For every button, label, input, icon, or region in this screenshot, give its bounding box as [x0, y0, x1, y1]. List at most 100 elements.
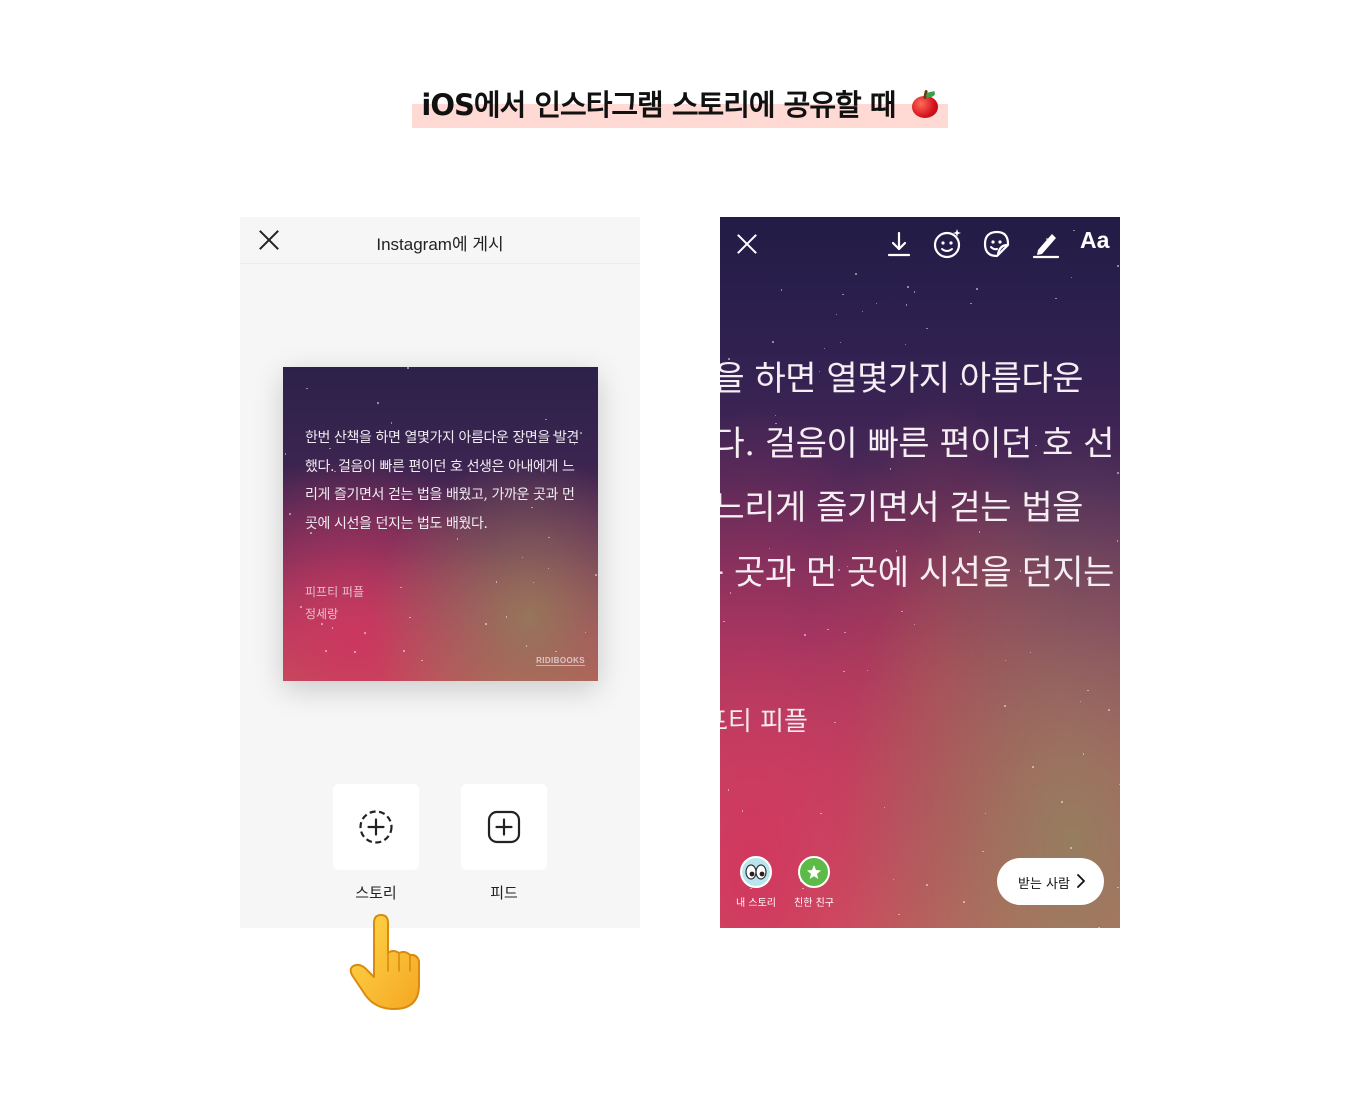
card-quote: 한번 산책을 하면 열몇가지 아름다운 장면을 발견했다. 걸음이 빠른 편이던…: [305, 424, 585, 538]
star-dot: [723, 621, 725, 623]
star-dot: [876, 303, 878, 305]
heading-text: iOS에서 인스타그램 스토리에 공유할 때: [421, 88, 895, 122]
close-friends-avatar[interactable]: [798, 856, 830, 888]
star-dot: [1005, 660, 1007, 662]
star-dot: [1055, 298, 1057, 300]
quote-line: 고, 가까운 곳과 먼 곳에 시선을 던지는: [720, 541, 1120, 606]
star-dot: [820, 813, 822, 815]
star-dot: [354, 651, 356, 653]
download-icon[interactable]: [883, 228, 915, 260]
share-title: Instagram에 게시: [240, 230, 640, 255]
star-dot: [595, 574, 597, 576]
star-dot: [842, 294, 844, 296]
star-dot: [325, 650, 327, 652]
story-label[interactable]: 스토리: [333, 882, 419, 903]
star-dot: [585, 632, 587, 634]
story-quote-text: 한번 산책을 하면 열몇가지 아름다운 을 발견했다. 걸음이 빠른 편이던 호…: [720, 347, 1120, 605]
ridibooks-logo: RIDIBOOKS: [536, 656, 585, 666]
draw-icon[interactable]: [1030, 228, 1062, 260]
star-dot: [1087, 690, 1089, 692]
star-dot: [555, 651, 557, 653]
feed-add-icon: [486, 809, 522, 845]
page-heading: iOS에서 인스타그램 스토리에 공유할 때: [412, 82, 948, 124]
star-dot: [840, 342, 842, 344]
star-dot: [844, 632, 846, 634]
eyes-icon: [742, 858, 770, 886]
instagram-share-screen: Instagram에 게시 한번 산책을 하면 열몇가지 아름다운 장면을 발견…: [240, 217, 640, 928]
quote-line: 한번 산책을 하면 열몇가지 아름다운: [720, 347, 1120, 412]
close-friends-label: 친한 친구: [784, 894, 844, 909]
star-dot: [827, 629, 829, 631]
star-dot: [884, 807, 886, 809]
apple-icon: [911, 90, 939, 118]
star-dot: [907, 286, 909, 288]
star-dot: [400, 587, 402, 589]
my-story-avatar[interactable]: [740, 856, 772, 888]
star-icon: [800, 858, 828, 886]
pointing-hand-icon: [346, 913, 426, 1013]
star-dot: [926, 884, 928, 886]
star-dot: [545, 419, 547, 421]
story-share-button[interactable]: [333, 784, 419, 870]
heading-block: iOS에서 인스타그램 스토리에 공유할 때: [412, 78, 948, 128]
star-dot: [332, 627, 334, 629]
share-header: Instagram에 게시: [240, 217, 640, 264]
story-add-icon: [358, 809, 394, 845]
star-dot: [1098, 927, 1100, 928]
star-dot: [926, 328, 928, 330]
close-icon[interactable]: [737, 234, 757, 254]
star-dot: [728, 789, 730, 791]
star-dot: [1108, 709, 1110, 711]
star-dot: [285, 453, 287, 455]
star-dot: [982, 851, 984, 853]
quote-line: 아내에게 느리게 즐기면서 걷는 법을: [720, 476, 1120, 541]
star-dot: [834, 722, 836, 724]
story-toolbar: Aa: [720, 217, 1120, 273]
star-dot: [421, 660, 423, 662]
star-dot: [496, 581, 498, 583]
sticker-icon[interactable]: [981, 228, 1013, 260]
chevron-right-icon: [1074, 874, 1088, 888]
star-dot: [906, 304, 908, 306]
star-dot: [836, 314, 838, 316]
send-to-button[interactable]: 받는 사람: [997, 858, 1104, 905]
star-dot: [485, 623, 487, 625]
star-dot: [963, 901, 965, 903]
star-dot: [364, 632, 366, 634]
star-dot: [855, 273, 857, 275]
star-dot: [802, 888, 804, 890]
star-dot: [905, 344, 907, 346]
star-dot: [862, 311, 864, 313]
story-meta-text: 피프티 피플: [720, 701, 808, 738]
my-story-label: 내 스토리: [726, 894, 786, 909]
story-editor-screen: Aa 한번 산책을 하면 열몇가지 아름다운 을 발견했다. 걸음이 빠른 편이…: [720, 217, 1120, 928]
star-dot: [407, 367, 409, 369]
star-dot: [403, 650, 405, 652]
star-dot: [548, 568, 550, 570]
star-dot: [742, 810, 744, 812]
star-dot: [976, 288, 978, 290]
star-dot: [409, 617, 411, 619]
face-filter-icon[interactable]: [932, 228, 964, 260]
quote-line: 을 발견했다. 걸음이 빠른 편이던 호 선: [720, 412, 1120, 477]
star-dot: [867, 670, 869, 672]
star-dot: [804, 634, 806, 636]
star-dot: [533, 582, 535, 584]
star-dot: [377, 402, 379, 404]
card-book-title: 피프티 피플: [305, 581, 364, 603]
star-dot: [306, 388, 308, 390]
text-tool-button[interactable]: Aa: [1080, 227, 1109, 254]
star-dot: [1070, 847, 1072, 849]
star-dot: [457, 538, 459, 540]
feed-share-button[interactable]: [461, 784, 547, 870]
feed-label[interactable]: 피드: [461, 882, 547, 903]
send-to-label: 받는 사람: [1018, 873, 1070, 892]
card-author: 정세랑: [305, 603, 364, 625]
star-dot: [1083, 753, 1085, 755]
star-dot: [893, 879, 895, 881]
star-dot: [1032, 766, 1034, 768]
star-dot: [1030, 652, 1032, 654]
star-dot: [526, 645, 528, 647]
star-dot: [1004, 705, 1006, 707]
star-dot: [901, 611, 903, 613]
